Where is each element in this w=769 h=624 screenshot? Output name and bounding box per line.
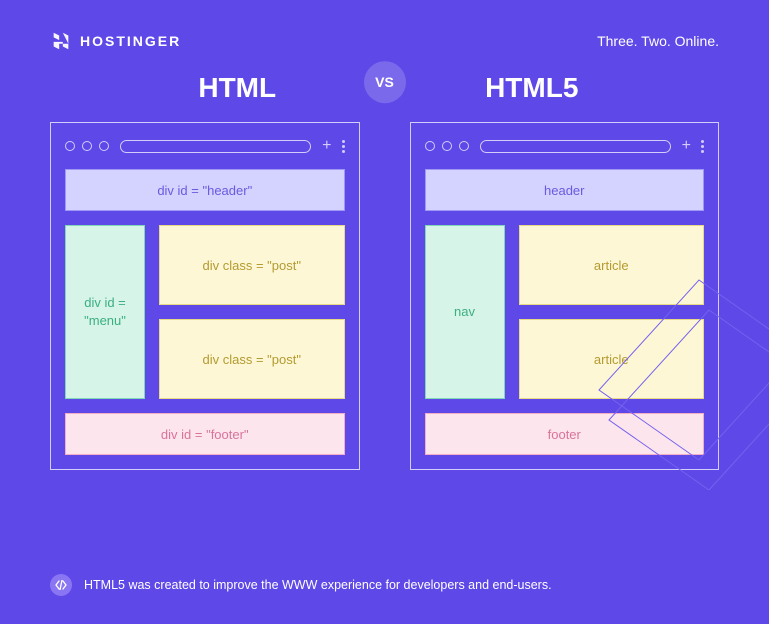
window-dot-icon	[65, 141, 75, 151]
middle-row: div id = "menu" div class = "post" div c…	[65, 225, 345, 399]
element-footer: div id = "footer"	[65, 413, 345, 455]
menu-kebab-icon	[342, 140, 345, 153]
url-bar	[120, 140, 311, 153]
window-dot-icon	[459, 141, 469, 151]
new-tab-icon: +	[322, 137, 331, 155]
element-post: div class = "post"	[159, 319, 345, 399]
brand-name: HOSTINGER	[80, 33, 181, 49]
new-tab-icon: +	[682, 137, 691, 155]
window-dot-icon	[425, 141, 435, 151]
browser-chrome: +	[65, 137, 345, 155]
element-footer: footer	[425, 413, 705, 455]
browser-frame-html5: + header nav article article footer	[410, 122, 720, 470]
title-right: HTML5	[385, 72, 680, 104]
comparison-titles: HTML VS HTML5	[0, 52, 769, 104]
brand-logo: HOSTINGER	[50, 30, 181, 52]
element-post: div class = "post"	[159, 225, 345, 305]
header-bar: HOSTINGER Three. Two. Online.	[0, 0, 769, 52]
vs-badge: VS	[364, 61, 406, 103]
footnote-text: HTML5 was created to improve the WWW exp…	[84, 578, 552, 592]
footnote: HTML5 was created to improve the WWW exp…	[50, 574, 552, 596]
browser-chrome: +	[425, 137, 705, 155]
element-header: header	[425, 169, 705, 211]
window-dot-icon	[82, 141, 92, 151]
element-menu: div id = "menu"	[65, 225, 145, 399]
element-nav: nav	[425, 225, 505, 399]
title-left: HTML	[90, 72, 385, 104]
element-article: article	[519, 319, 705, 399]
url-bar	[480, 140, 671, 153]
window-dot-icon	[442, 141, 452, 151]
articles-column: article article	[519, 225, 705, 399]
menu-kebab-icon	[701, 140, 704, 153]
middle-row: nav article article	[425, 225, 705, 399]
brand-tagline: Three. Two. Online.	[597, 33, 719, 49]
element-header: div id = "header"	[65, 169, 345, 211]
window-dot-icon	[99, 141, 109, 151]
posts-column: div class = "post" div class = "post"	[159, 225, 345, 399]
comparison-panels: + div id = "header" div id = "menu" div …	[0, 104, 769, 470]
element-article: article	[519, 225, 705, 305]
code-icon	[50, 574, 72, 596]
hostinger-logo-icon	[50, 30, 72, 52]
browser-frame-html: + div id = "header" div id = "menu" div …	[50, 122, 360, 470]
